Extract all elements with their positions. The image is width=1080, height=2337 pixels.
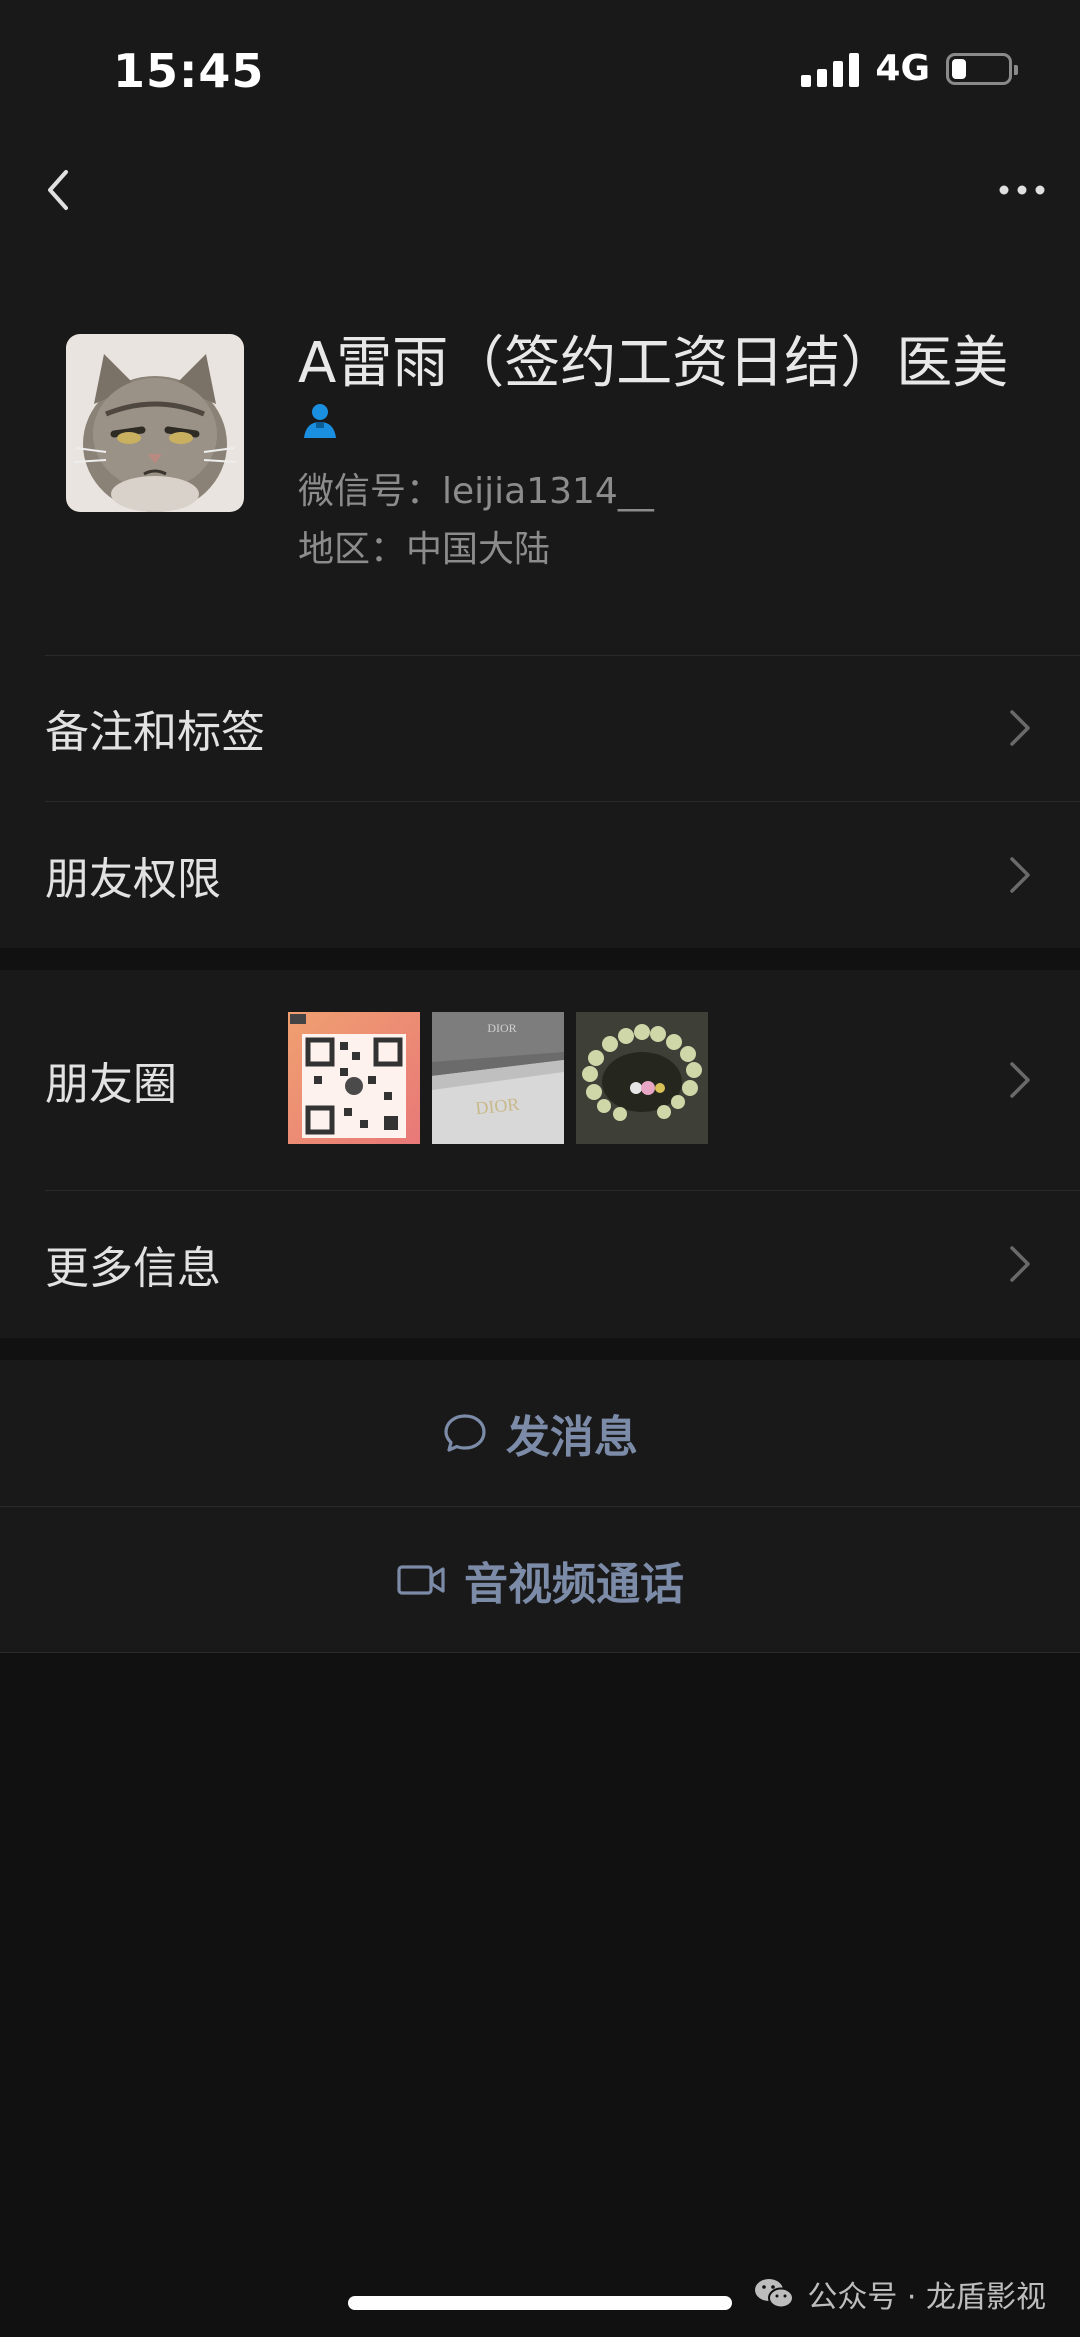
bracelet-thumbnail[interactable]: [576, 1012, 708, 1144]
cat-avatar-image: [66, 334, 244, 512]
chevron-right-icon: [1010, 1062, 1030, 1098]
person-badge-icon: [300, 400, 340, 440]
contact-name: A雷雨（签约工资日结）医美: [298, 331, 1009, 396]
watermark: 公众号 · 龙盾影视: [753, 2272, 1046, 2316]
remarks-tags-row[interactable]: 备注和标签: [0, 655, 1080, 801]
status-bar: 15:45 4G: [0, 0, 1080, 130]
moments-group: 朋友圈 DIOR DIOR 更多信息: [0, 970, 1080, 1338]
profile-header: A雷雨（签约工资日结）医美 微信号：leijia1314__ 地区：中国大陆: [0, 250, 1080, 655]
chat-bubble-icon: [444, 1414, 486, 1452]
back-button[interactable]: [30, 160, 90, 220]
watermark-text: 公众号 · 龙盾影视: [807, 2280, 1046, 2315]
send-message-button[interactable]: 发消息: [0, 1360, 1080, 1506]
status-time: 15:45: [113, 44, 265, 98]
video-call-label: 音视频通话: [464, 1559, 684, 1610]
wechat-logo-icon: [755, 2279, 795, 2309]
contact-profile-page: 15:45 4G A雷雨（签约工资日结）医美 微信号：leijia1314__ …: [0, 0, 1080, 2337]
moments-label: 朋友圈: [45, 1059, 177, 1110]
contact-settings-group: 备注和标签 朋友权限: [0, 655, 1080, 948]
more-info-row[interactable]: 更多信息: [0, 1191, 1080, 1337]
battery-icon: [946, 52, 1018, 85]
chevron-right-icon: [1010, 1246, 1030, 1282]
wechat-id: 微信号：leijia1314__: [298, 471, 654, 512]
video-camera-icon: [397, 1565, 445, 1595]
friend-permissions-label: 朋友权限: [45, 854, 221, 905]
chevron-left-icon: [48, 170, 68, 210]
qr-code-thumbnail[interactable]: [288, 1012, 420, 1144]
network-type: 4G: [875, 48, 930, 89]
status-indicators: 4G: [801, 48, 1018, 89]
send-message-label: 发消息: [506, 1412, 638, 1463]
remarks-tags-label: 备注和标签: [45, 707, 265, 758]
more-info-label: 更多信息: [45, 1243, 221, 1294]
ellipsis-icon: [999, 185, 1045, 195]
signal-icon: [801, 51, 860, 87]
actions-group: 发消息 音视频通话: [0, 1360, 1080, 1653]
home-indicator[interactable]: [348, 2296, 732, 2310]
divider: [0, 1652, 1080, 1653]
nav-bar: [0, 130, 1080, 250]
chevron-right-icon: [1010, 857, 1030, 893]
dior-box-thumbnail[interactable]: DIOR DIOR: [432, 1012, 564, 1144]
region: 地区：中国大陆: [298, 529, 551, 570]
chevron-right-icon: [1010, 710, 1030, 746]
more-options-button[interactable]: [992, 160, 1052, 220]
moments-row[interactable]: 朋友圈 DIOR DIOR: [0, 970, 1080, 1190]
video-call-button[interactable]: 音视频通话: [0, 1507, 1080, 1653]
friend-permissions-row[interactable]: 朋友权限: [0, 802, 1080, 948]
avatar[interactable]: [66, 334, 244, 512]
moments-thumbnails: DIOR DIOR: [288, 1012, 708, 1144]
svg-text:DIOR: DIOR: [487, 1021, 516, 1035]
